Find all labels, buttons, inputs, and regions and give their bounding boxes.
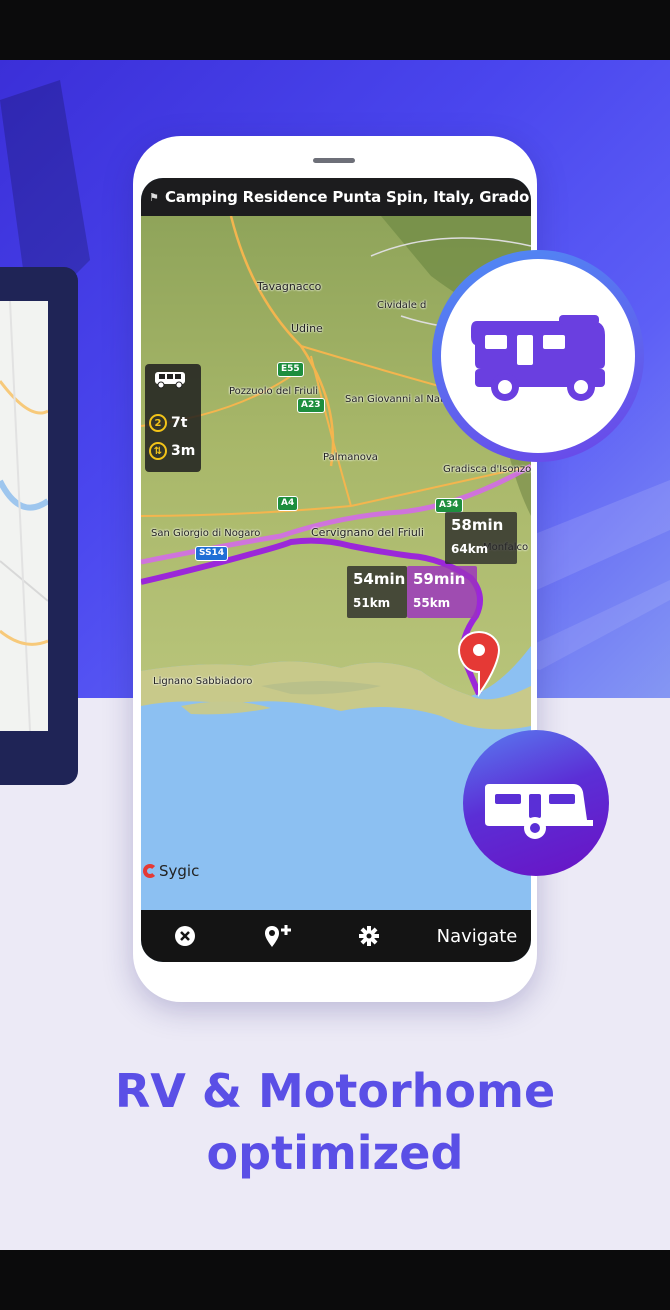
caravan-icon — [485, 784, 593, 839]
close-icon — [175, 926, 195, 946]
route-option-3-distance: 55km — [413, 596, 451, 610]
map-label-palmanova: Palmanova — [323, 452, 378, 463]
motorhome-icon — [471, 315, 605, 401]
road-badge-a4: A4 — [277, 496, 299, 511]
caravan-badge — [463, 730, 609, 876]
add-waypoint-button[interactable] — [255, 910, 303, 962]
route-option-1-time: 58min — [451, 516, 504, 534]
route-option-2-time: 54min — [353, 570, 406, 588]
road-badge-e55: E55 — [277, 362, 304, 377]
flag-icon: ⚑ — [149, 190, 159, 204]
map-label-san-giorgio: San Giorgio di Nogaro — [151, 528, 261, 539]
sygic-logo: Sygic — [143, 862, 199, 880]
weight-limit-icon: 2 — [149, 414, 167, 432]
route-option-1-distance: 64km — [451, 542, 489, 556]
promo-canvas: ⚑ Camping Residence Punta Spin, Italy, G… — [0, 60, 670, 1250]
road-badge-ss14: SS14 — [195, 546, 229, 561]
tablet-device — [0, 267, 78, 785]
map-label-cividale: Cividale d — [377, 300, 427, 311]
road-badge-a23: A23 — [297, 398, 325, 413]
height-restriction-row: ⇅ 3m — [145, 438, 201, 464]
map-label-gradisca: Gradisca d'Isonzo — [443, 464, 531, 475]
route-option-1[interactable]: 58min 64km — [445, 512, 517, 564]
sygic-logo-text: Sygic — [159, 862, 200, 880]
sygic-logo-icon — [143, 864, 157, 878]
tablet-map-screen — [0, 301, 48, 731]
height-limit-value: 3m — [171, 443, 196, 459]
headline-line-1: RV & Motorhome — [114, 1064, 556, 1118]
weight-restriction-row: 2 7t — [145, 410, 201, 436]
bottom-action-bar: Navigate — [141, 910, 531, 962]
height-limit-icon: ⇅ — [149, 442, 167, 460]
settings-button[interactable] — [345, 910, 393, 962]
map-label-udine: Udine — [291, 322, 323, 335]
gear-icon — [359, 926, 379, 946]
map-label-cervignano: Cervignano del Friuli — [311, 526, 424, 539]
destination-title: Camping Residence Punta Spin, Italy, Gra… — [165, 188, 530, 206]
map-label-lignano: Lignano Sabbiadoro — [153, 676, 253, 687]
navigate-label: Navigate — [436, 925, 518, 947]
weight-limit-value: 7t — [171, 415, 188, 431]
close-button[interactable] — [161, 910, 209, 962]
vehicle-profile-row — [145, 366, 201, 392]
map-label-pozzuolo: Pozzuolo del Friuli — [229, 386, 319, 397]
top-letterbox — [0, 0, 670, 60]
phone-speaker — [313, 158, 355, 163]
vehicle-restrictions-panel[interactable]: 2 7t ⇅ 3m — [145, 364, 201, 472]
route-option-3[interactable]: 59min 55km — [407, 566, 477, 618]
route-option-2[interactable]: 54min 51km — [347, 566, 407, 618]
motorhome-badge — [432, 250, 644, 462]
add-waypoint-icon — [265, 925, 291, 947]
van-icon — [155, 372, 185, 389]
road-badge-a34: A34 — [435, 498, 463, 513]
headline: RV & Motorhome optimized — [0, 1060, 670, 1184]
headline-line-2: optimized — [206, 1126, 464, 1180]
route-option-2-distance: 51km — [353, 596, 391, 610]
map-label-tavagnacco: Tavagnacco — [257, 280, 322, 293]
route-option-3-time: 59min — [413, 570, 466, 588]
tablet-map-roads — [0, 301, 48, 731]
destination-title-bar[interactable]: ⚑ Camping Residence Punta Spin, Italy, G… — [141, 178, 531, 216]
motorhome-badge-inner — [441, 259, 635, 453]
bottom-letterbox — [0, 1250, 670, 1310]
navigate-button[interactable]: Navigate — [431, 910, 523, 962]
